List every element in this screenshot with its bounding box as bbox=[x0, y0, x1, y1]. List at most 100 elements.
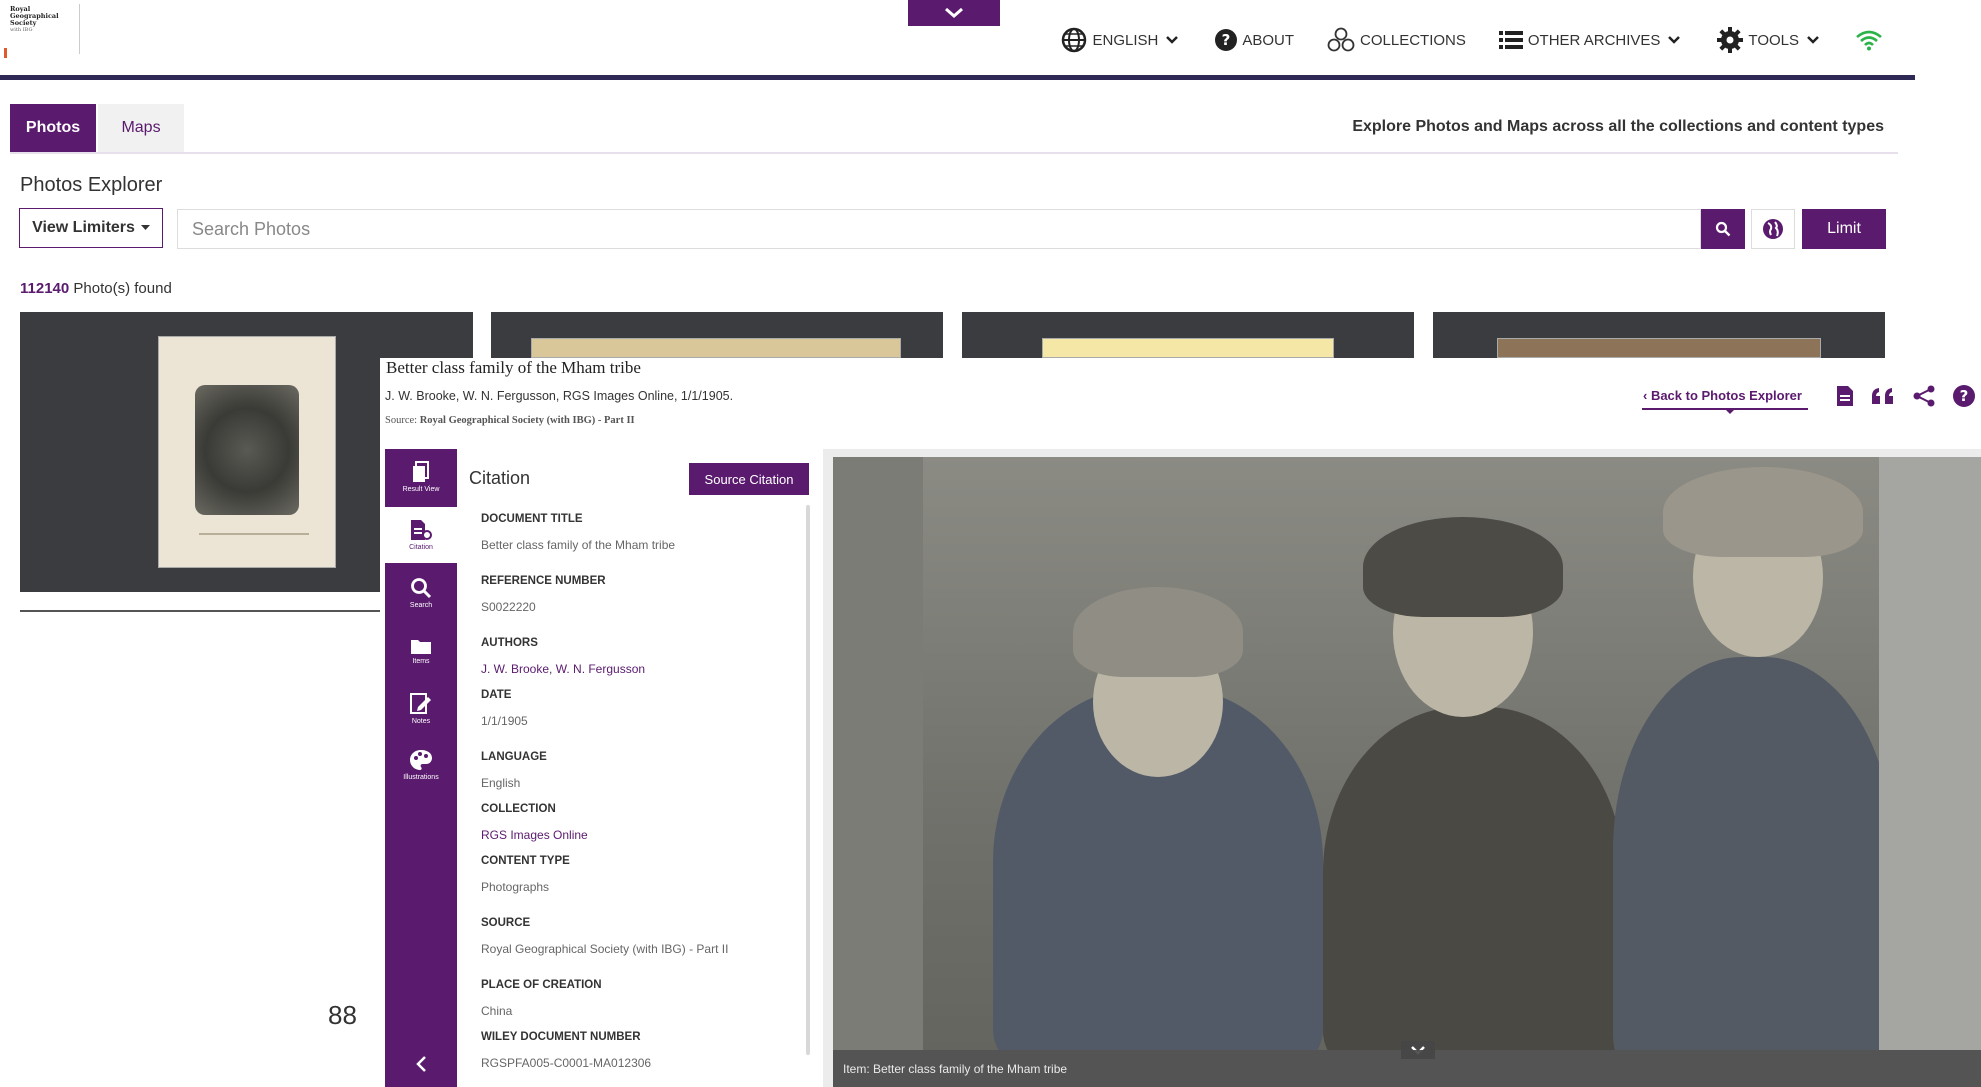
page-title: Photos Explorer bbox=[20, 174, 163, 196]
notes-icon bbox=[410, 693, 431, 714]
field-value-authors[interactable]: J. W. Brooke, W. N. Fergusson bbox=[481, 662, 645, 676]
handwritten-caption bbox=[199, 533, 309, 535]
sidebar-item-result-view[interactable]: Result View bbox=[385, 449, 457, 505]
view-limiters-label: View Limiters bbox=[32, 219, 135, 236]
field-value-content-type: Photographs bbox=[481, 880, 550, 894]
limit-button[interactable]: Limit bbox=[1802, 209, 1886, 249]
citation-heading: Citation bbox=[469, 468, 531, 488]
sidebar-item-label: Search bbox=[409, 602, 433, 609]
field-value-date: 1/1/1905 bbox=[481, 714, 528, 728]
sidebar-item-label: Citation bbox=[409, 544, 433, 551]
site-header: Royal Geographical Society with IBG ENGL… bbox=[0, 0, 1915, 80]
field-label-date: DATE bbox=[481, 689, 512, 701]
question-circle-icon: ? bbox=[1215, 29, 1238, 51]
photo-background-margin bbox=[1879, 457, 1981, 1050]
divider bbox=[20, 610, 380, 612]
svg-text:?: ? bbox=[1960, 387, 1969, 405]
field-label-reference-number: REFERENCE NUMBER bbox=[481, 575, 606, 587]
nav-other-archives[interactable]: OTHER ARCHIVES bbox=[1498, 29, 1685, 51]
top-nav: ENGLISH ? ABOUT COLLECTIONS OTHER ARCHIV… bbox=[1028, 26, 1887, 54]
map-search-button[interactable] bbox=[1751, 209, 1795, 249]
sidebar-item-items[interactable]: Items bbox=[385, 623, 457, 679]
share-icon[interactable] bbox=[1912, 384, 1936, 408]
source-prefix: Source: bbox=[385, 415, 418, 426]
field-value-document-title: Better class family of the Mham tribe bbox=[481, 538, 676, 552]
nav-language[interactable]: ENGLISH bbox=[1060, 27, 1182, 53]
thumbnail-photo bbox=[1497, 338, 1821, 358]
help-icon[interactable]: ? bbox=[1952, 384, 1976, 408]
search-button[interactable] bbox=[1701, 209, 1745, 249]
nav-language-label: ENGLISH bbox=[1092, 31, 1159, 49]
results-count: 112140 Photo(s) found bbox=[20, 280, 172, 297]
chevron-down-icon bbox=[945, 7, 963, 18]
document-icon bbox=[413, 461, 429, 482]
source-value: Royal Geographical Society (with IBG) - … bbox=[419, 415, 635, 426]
sidebar-item-label: Illustrations bbox=[403, 774, 439, 781]
sidebar-item-illustrations[interactable]: Illustrations bbox=[385, 737, 457, 793]
logo-accent bbox=[4, 48, 7, 58]
back-to-explorer-link[interactable]: ‹ Back to Photos Explorer bbox=[1643, 388, 1802, 403]
sidebar-item-label: Items bbox=[412, 658, 430, 665]
field-value-place-of-creation: China bbox=[481, 1004, 513, 1018]
back-link-pointer bbox=[1724, 408, 1736, 414]
tab-photos[interactable]: Photos bbox=[10, 104, 96, 152]
tab-maps[interactable]: Maps bbox=[98, 104, 184, 152]
palette-icon bbox=[410, 750, 432, 770]
field-value-language: English bbox=[481, 776, 521, 790]
nav-collections[interactable]: COLLECTIONS bbox=[1326, 27, 1466, 53]
gear-icon bbox=[1717, 27, 1744, 53]
sidebar-item-label: Notes bbox=[411, 718, 431, 725]
search-icon bbox=[1715, 221, 1731, 237]
search-input[interactable] bbox=[177, 209, 1701, 249]
sidebar-item-notes[interactable]: Notes bbox=[385, 681, 457, 737]
detail-sidebar: Result View Citation Search Items Notes … bbox=[385, 449, 457, 1087]
nav-about-label: ABOUT bbox=[1242, 31, 1295, 49]
thumbnail-photo bbox=[158, 336, 336, 568]
viewer-caption: Item: Better class family of the Mham tr… bbox=[833, 1050, 1981, 1087]
header-dropdown-toggle[interactable] bbox=[908, 0, 1000, 26]
results-count-number: 112140 bbox=[20, 280, 70, 297]
wifi-status bbox=[1855, 29, 1887, 51]
pdf-icon[interactable] bbox=[1836, 385, 1854, 407]
svg-text:?: ? bbox=[1222, 31, 1231, 49]
photo-print bbox=[923, 457, 1893, 1050]
document-tools: ? bbox=[1836, 384, 1976, 408]
rgs-logo[interactable]: Royal Geographical Society with IBG bbox=[10, 4, 80, 54]
view-limiters-button[interactable]: View Limiters bbox=[19, 208, 163, 248]
citation-panel: Citation Source Citation DOCUMENT TITLE … bbox=[457, 449, 817, 1087]
logo-line-3: Society bbox=[10, 19, 37, 27]
document-title: Better class family of the Mham tribe bbox=[386, 358, 641, 377]
citation-scrollbar[interactable] bbox=[806, 505, 810, 1055]
sidebar-item-citation[interactable]: Citation bbox=[385, 507, 457, 563]
field-label-place-of-creation: PLACE OF CREATION bbox=[481, 979, 602, 991]
nav-tools[interactable]: TOOLS bbox=[1716, 26, 1823, 54]
collections-icon bbox=[1327, 27, 1355, 52]
list-icon bbox=[1498, 31, 1523, 49]
globe-icon bbox=[1062, 27, 1087, 53]
sidebar-item-search[interactable]: Search bbox=[385, 565, 457, 621]
nav-other-archives-label: OTHER ARCHIVES bbox=[1527, 31, 1661, 49]
field-label-language: LANGUAGE bbox=[481, 751, 547, 763]
search-icon bbox=[411, 578, 432, 599]
field-label-document-title: DOCUMENT TITLE bbox=[481, 513, 583, 525]
field-value-collection[interactable]: RGS Images Online bbox=[481, 828, 588, 842]
citation-icon bbox=[411, 520, 432, 540]
photo-figure-center bbox=[1323, 707, 1623, 1050]
image-viewer[interactable]: Item: Better class family of the Mham tr… bbox=[823, 449, 1981, 1087]
content-tabs: Photos Maps Explore Photos and Maps acro… bbox=[10, 104, 1898, 154]
field-label-wiley-document-number: WILEY DOCUMENT NUMBER bbox=[481, 1031, 641, 1043]
document-photo bbox=[833, 457, 1981, 1050]
sidebar-collapse-button[interactable] bbox=[385, 1049, 457, 1079]
caret-down-icon bbox=[1668, 36, 1681, 44]
photo-headdress-left bbox=[1073, 587, 1243, 677]
sidebar-item-label: Result View bbox=[402, 486, 440, 493]
nav-collections-label: COLLECTIONS bbox=[1360, 31, 1466, 49]
field-label-authors: AUTHORS bbox=[481, 637, 538, 649]
explore-description: Explore Photos and Maps across all the c… bbox=[1352, 118, 1884, 135]
globe-icon bbox=[1763, 219, 1783, 239]
source-citation-button[interactable]: Source Citation bbox=[689, 463, 809, 495]
document-source: Source: Royal Geographical Society (with… bbox=[385, 415, 635, 426]
document-byline: J. W. Brooke, W. N. Fergusson, RGS Image… bbox=[385, 389, 734, 403]
nav-about[interactable]: ? ABOUT bbox=[1214, 28, 1294, 52]
quote-icon[interactable] bbox=[1870, 386, 1896, 406]
